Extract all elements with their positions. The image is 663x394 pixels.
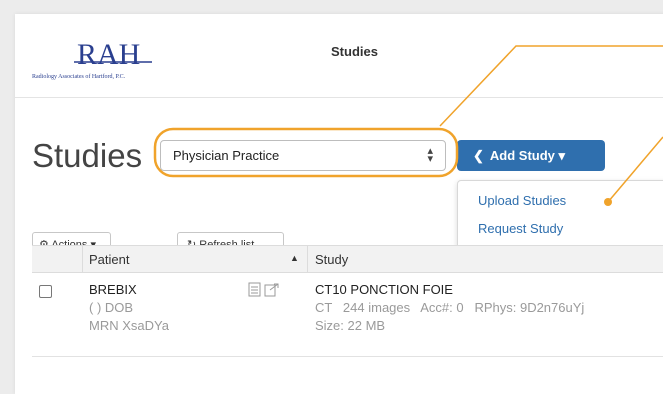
chevron-left-icon: ❮: [473, 148, 484, 163]
practice-select-value: Physician Practice: [173, 148, 280, 163]
rah-logo[interactable]: RAH Radiology Associates of Hartford, P.…: [32, 34, 202, 84]
table-header: Patient ▲ Study: [32, 245, 663, 273]
select-caret-icon: ▴ ▾: [427, 145, 433, 165]
patient-mrn: MRN XsaDYa: [89, 318, 169, 333]
menu-item-request-study[interactable]: Request Study: [478, 221, 563, 236]
study-size: Size: 22 MB: [315, 318, 386, 333]
logo-subtext: Radiology Associates of Hartford, P.C.: [32, 73, 126, 80]
column-divider: [82, 246, 83, 272]
column-header-patient[interactable]: Patient: [89, 252, 129, 267]
page-title: Studies: [32, 137, 143, 174]
practice-select[interactable]: Physician Practice ▴ ▾: [160, 140, 446, 171]
sort-ascending-icon[interactable]: ▲: [290, 253, 299, 263]
column-divider: [307, 246, 308, 272]
logo-text: RAH: [77, 38, 140, 71]
add-study-dropdown: Upload Studies Request Study: [457, 180, 663, 252]
app-panel: RAH Radiology Associates of Hartford, P.…: [15, 14, 663, 394]
patient-name: BREBIX: [89, 282, 137, 297]
study-details: CT 244 images Acc#: 0 RPhys: 9D2n76uYj: [315, 300, 585, 315]
nav-studies-link[interactable]: Studies: [331, 44, 378, 59]
column-header-study[interactable]: Study: [315, 252, 348, 267]
study-name[interactable]: CT10 PONCTION FOIE: [315, 282, 453, 297]
add-study-button[interactable]: ❮ Add Study ▾: [457, 140, 605, 171]
share-icon[interactable]: [264, 283, 279, 297]
row-checkbox[interactable]: [39, 285, 52, 298]
patient-dob: ( ) DOB: [89, 300, 134, 315]
table-row[interactable]: BREBIX ( ) DOB MRN XsaDYa CT10 PONCTION …: [32, 272, 663, 357]
app-header: RAH Radiology Associates of Hartford, P.…: [15, 14, 663, 98]
report-icon[interactable]: [248, 282, 261, 297]
row-action-icons: [248, 282, 279, 297]
add-study-label: Add Study: [489, 148, 555, 163]
menu-item-upload-studies[interactable]: Upload Studies: [478, 193, 566, 208]
caret-down-icon: ▾: [558, 148, 566, 163]
